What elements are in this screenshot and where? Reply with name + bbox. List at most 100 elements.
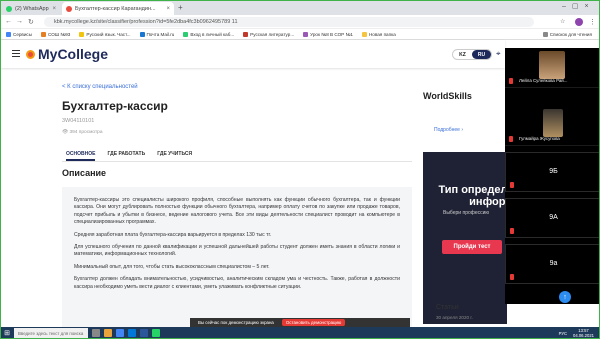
article-date: 30 апреля 2020 г. <box>436 315 473 320</box>
reading-list[interactable]: Спискок для чтения <box>542 31 600 37</box>
participant-tile[interactable]: 9а <box>505 244 600 284</box>
chrome-icon[interactable] <box>116 329 124 337</box>
browser-tab-strip: (2) WhatsApp × Бухгалтер-кассир Караганд… <box>0 0 600 15</box>
logo-text: MyCollege <box>38 46 109 62</box>
more-link[interactable]: Подробнее › <box>434 127 463 133</box>
muted-mic-icon <box>509 78 513 84</box>
lesson-icon <box>303 31 309 37</box>
video-call-panel: Лейла Сулейкова Рай... Гулмайра Жусупова… <box>505 48 600 304</box>
login-icon <box>183 31 189 37</box>
bookmark-label: Вход в личный каб... <box>190 31 235 37</box>
bookmark-label: Русский язык. Част... <box>86 31 131 37</box>
tab-profession[interactable]: Бухгалтер-кассир Карагандин... × <box>62 2 174 15</box>
tab-where-study[interactable]: ГДЕ УЧИТЬСЯ <box>157 148 192 161</box>
taskbar-search[interactable]: Введите здесь текст для поиска <box>14 328 88 338</box>
muted-mic-icon <box>510 274 514 280</box>
tab-where-work[interactable]: ГДЕ РАБОТАТЬ <box>107 148 145 161</box>
apps-icon <box>6 31 11 37</box>
articles-heading: Статьи <box>436 304 459 311</box>
explorer-icon[interactable] <box>104 329 112 337</box>
reading-list-icon <box>542 31 548 37</box>
content-tabs: ОСНОВНОЕ ГДЕ РАБОТАТЬ ГДЕ УЧИТЬСЯ <box>62 148 412 162</box>
new-tab-button[interactable]: + <box>178 3 183 12</box>
description-heading: Описание <box>62 168 107 178</box>
take-test-button[interactable]: Пройди тест <box>442 240 502 254</box>
banner-subtitle: Выбери профессию <box>443 210 490 216</box>
close-icon[interactable]: × <box>166 6 170 12</box>
scroll-top-button[interactable]: ↑ <box>559 291 571 303</box>
input-language[interactable]: РУС <box>559 331 567 336</box>
word-icon[interactable] <box>140 329 148 337</box>
participant-label: 9а <box>549 260 558 267</box>
url-field[interactable]: kbk.mycollege.kz/site/classifier/profess… <box>44 17 534 27</box>
window-controls[interactable]: –▢× <box>562 2 595 10</box>
participant-tile[interactable]: Лейла Сулейкова Рай... <box>505 48 600 88</box>
clock[interactable]: 13:57 04.06.2021 <box>573 328 594 338</box>
back-to-list-link[interactable]: < К списку специальностей <box>62 84 138 90</box>
language-switch[interactable]: KZ RU <box>452 49 492 60</box>
whatsapp-taskbar-icon[interactable] <box>152 329 160 337</box>
bookmark-item[interactable]: Вход в личный каб... <box>183 31 235 37</box>
hamburger-menu-icon[interactable] <box>12 50 20 57</box>
mail-icon <box>139 31 145 37</box>
muted-mic-icon <box>510 228 514 234</box>
bookmark-label: Сервисы <box>13 31 33 37</box>
participant-name: Гулмайра Жусупова <box>519 136 560 141</box>
views-count: 👁 394 просмотра <box>62 130 103 135</box>
site-header: MyCollege KZ RU ⌖ <box>0 40 505 68</box>
tab-label: Бухгалтер-кассир Карагандин... <box>75 5 156 12</box>
menu-dots-icon[interactable]: ⋮ <box>589 18 596 26</box>
url-text: kbk.mycollege.kz/site/classifier/profess… <box>54 19 238 25</box>
bookmark-item[interactable]: Русский язык. Част... <box>79 31 131 37</box>
forward-arrow-icon[interactable]: → <box>16 18 23 25</box>
lang-kz[interactable]: KZ <box>453 50 472 59</box>
reload-icon[interactable]: ↻ <box>28 18 34 26</box>
participant-tile[interactable]: 9Б <box>505 152 600 192</box>
bookmark-item[interactable]: Урок №8 В СОР №1 <box>303 31 353 37</box>
bookmark-label: Спискок для чтения <box>549 31 592 37</box>
views-text: 394 просмотра <box>69 130 103 135</box>
description-box: Бухгалтер-кассиры это специалисты широко… <box>62 187 412 327</box>
close-icon[interactable]: × <box>52 6 56 12</box>
banner-title: Тип определение информаци <box>438 184 507 208</box>
task-view-icon[interactable] <box>92 329 100 337</box>
star-icon[interactable]: ☆ <box>560 18 565 25</box>
participant-photo <box>543 109 563 137</box>
tab-whatsapp[interactable]: (2) WhatsApp × <box>2 2 60 15</box>
site-logo[interactable]: MyCollege <box>26 46 108 62</box>
bookmark-item[interactable]: Русская литератур... <box>243 31 295 37</box>
participant-tile[interactable]: 9А <box>505 198 600 238</box>
bookmark-label: Русская литератур... <box>250 31 295 37</box>
bookmark-label: Почта Mail.ru <box>146 31 175 37</box>
bookmark-label: Новая папка <box>368 31 396 37</box>
participant-photo <box>539 51 565 79</box>
bookmark-item[interactable]: Почта Mail.ru <box>139 31 175 37</box>
participant-tile[interactable]: Гулмайра Жусупова <box>505 106 600 146</box>
worldskills-heading: WorldSkills <box>423 91 472 101</box>
bookmark-item[interactable]: Сервисы <box>6 31 33 37</box>
clock-date: 04.06.2021 <box>573 333 594 338</box>
participant-label: 9Б <box>549 168 558 175</box>
back-arrow-icon[interactable]: ← <box>5 18 12 25</box>
page-title: Бухгалтер-кассир <box>62 99 168 113</box>
logo-mark-icon <box>26 49 35 59</box>
edge-icon[interactable] <box>128 329 136 337</box>
location-icon[interactable]: ⌖ <box>496 49 501 59</box>
muted-mic-icon <box>510 182 514 188</box>
tab-main[interactable]: ОСНОВНОЕ <box>66 148 96 161</box>
description-paragraph: Средняя заработная плата бухгалтера-касс… <box>74 231 272 238</box>
folder-icon <box>41 31 47 37</box>
bookmark-item[interactable]: СОШ №93 <box>41 31 71 37</box>
windows-start-icon[interactable]: ⊞ <box>0 327 14 339</box>
avatar[interactable] <box>575 18 583 26</box>
bookmarks-bar: Сервисы СОШ №93 Русский язык. Част... По… <box>0 29 600 40</box>
tab-label: (2) WhatsApp <box>15 5 49 12</box>
bookmark-item[interactable]: Новая папка <box>361 31 396 37</box>
lang-ru[interactable]: RU <box>472 50 491 59</box>
folder-icon <box>79 31 85 37</box>
bookmark-label: СОШ №93 <box>48 31 71 37</box>
stop-share-button[interactable]: Остановить демонстрацию <box>281 319 346 326</box>
description-paragraph: Минимальный опыт, для того, чтобы стать … <box>74 263 270 270</box>
description-paragraph: Для успешного обучения по данной квалифи… <box>74 244 400 258</box>
bookmark-label: Урок №8 В СОР №1 <box>310 31 353 37</box>
